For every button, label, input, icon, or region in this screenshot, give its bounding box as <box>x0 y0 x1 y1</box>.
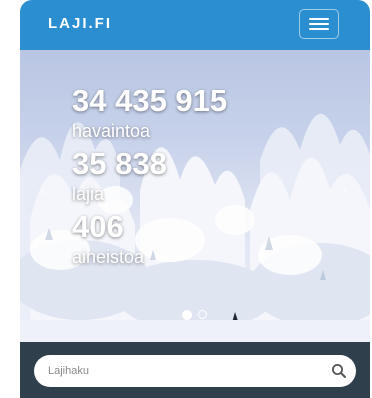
observations-count: 34 435 915 <box>72 83 228 118</box>
hamburger-menu-icon-line <box>309 28 329 30</box>
datasets-count: 406 <box>72 209 124 244</box>
hamburger-menu-icon <box>309 18 329 20</box>
search-icon[interactable] <box>331 363 347 379</box>
menu-toggle-button[interactable] <box>299 9 339 39</box>
observations-label: havaintoa <box>72 121 151 141</box>
search-box <box>34 355 356 387</box>
navbar: LAJI.FI <box>20 0 370 50</box>
species-search-input[interactable] <box>48 361 318 381</box>
carousel-indicators <box>182 306 209 320</box>
chevron-left-icon[interactable]: ‹ <box>40 182 45 198</box>
species-count: 35 838 <box>72 146 167 181</box>
search-bar <box>20 342 370 398</box>
species-label: lajia <box>72 184 105 204</box>
statistics-list: 34 435 915 havaintoa 35 838 lajia 406 ai… <box>72 82 227 271</box>
app-frame: LAJI.FI 34 435 915 havaintoa 35 838 laji… <box>20 0 370 398</box>
carousel-dot-2[interactable] <box>198 310 208 320</box>
site-logo[interactable]: LAJI.FI <box>48 15 112 32</box>
carousel-dot-1[interactable] <box>182 309 192 320</box>
chevron-right-icon[interactable]: › <box>342 182 347 198</box>
datasets-label: aineistoa <box>72 247 145 267</box>
hero-carousel: 34 435 915 havaintoa 35 838 lajia 406 ai… <box>20 50 370 342</box>
hamburger-menu-icon-line <box>309 23 329 25</box>
